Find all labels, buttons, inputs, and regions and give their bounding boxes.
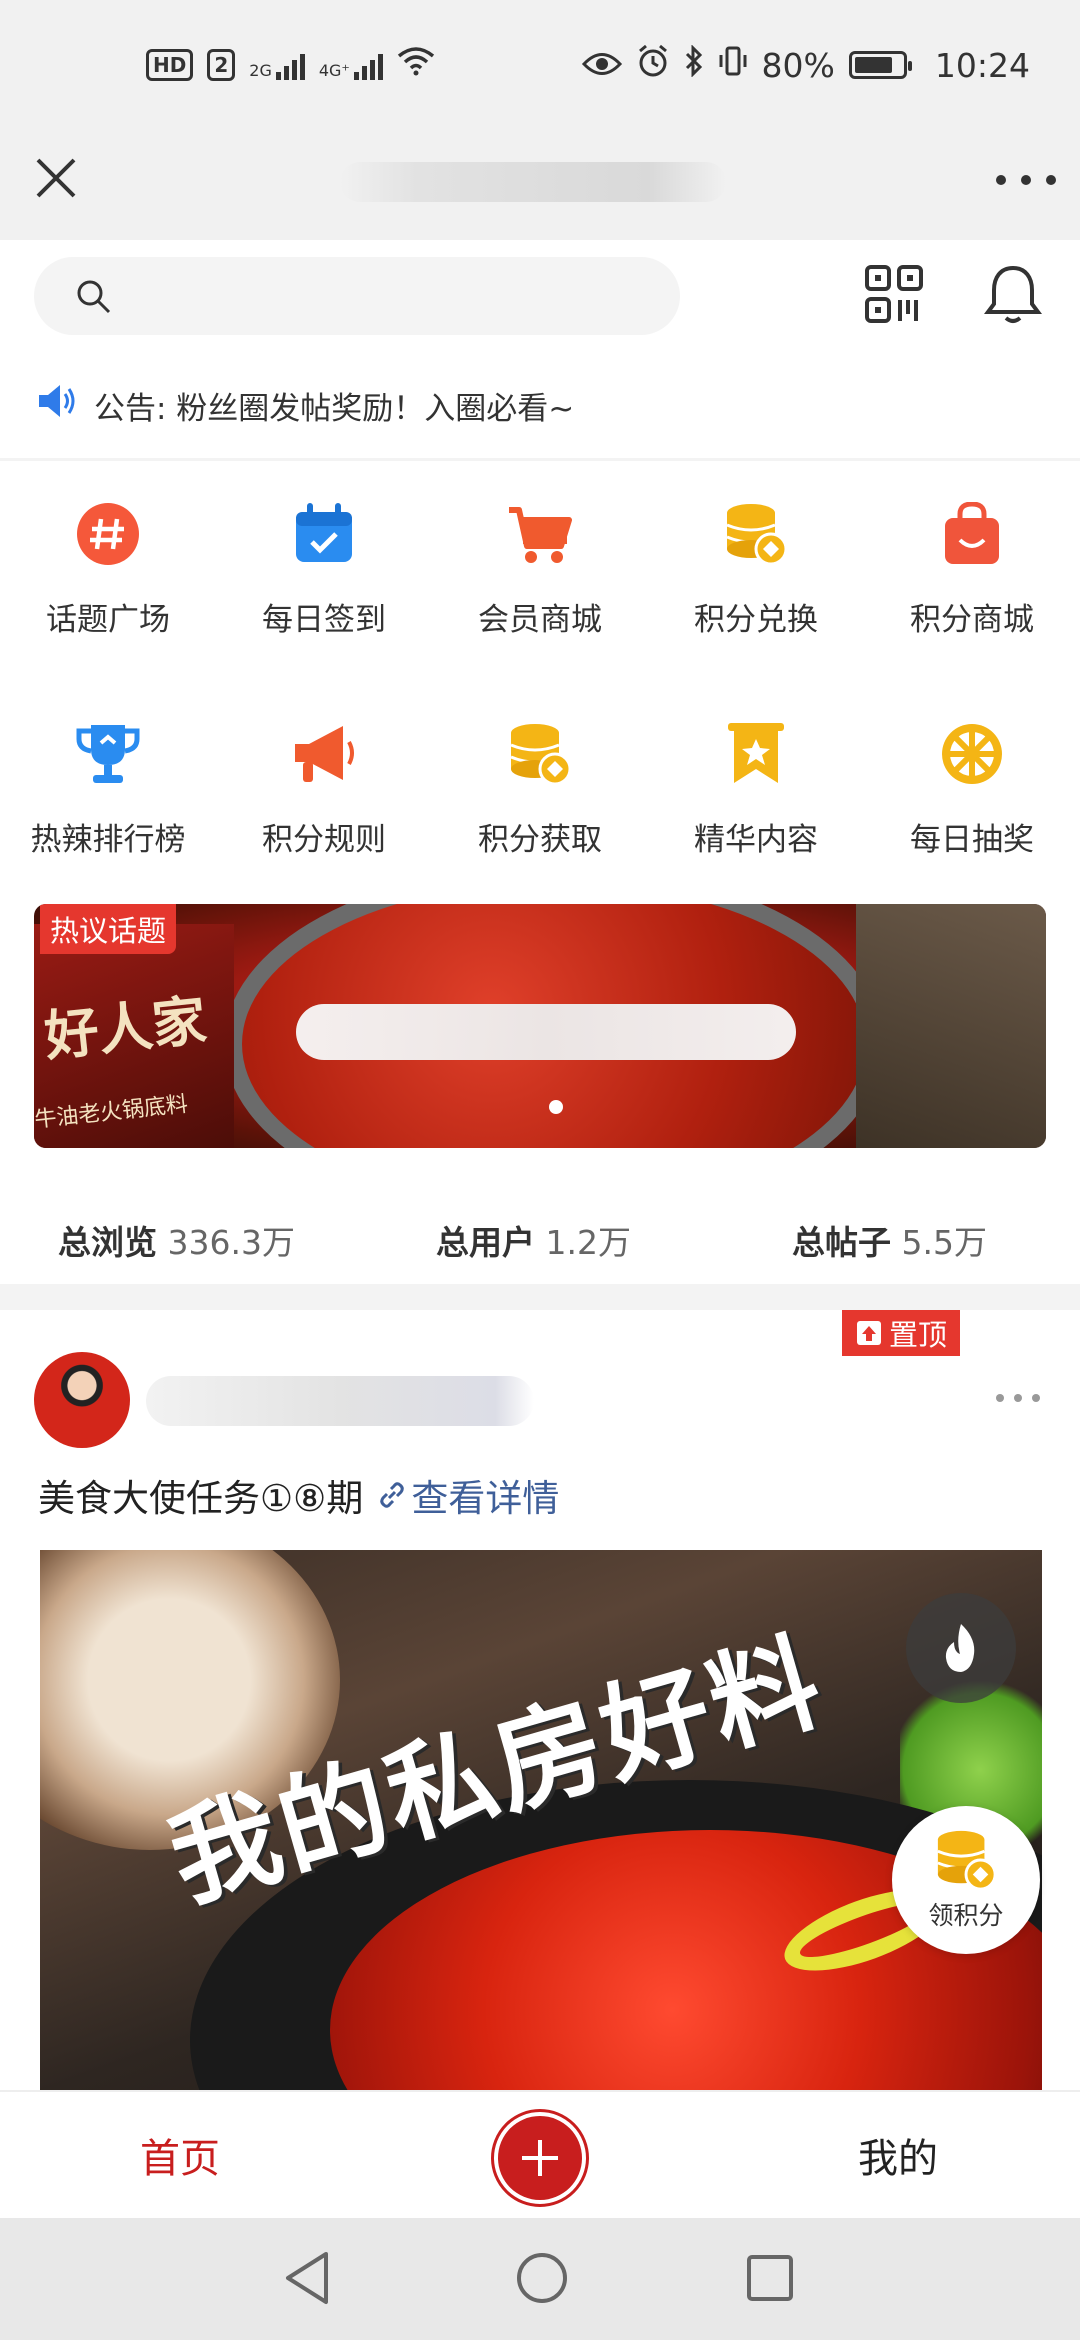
close-icon <box>36 158 76 198</box>
trophy-icon <box>72 718 144 790</box>
pinned-post[interactable]: 置顶 美食大使任务①⑧期 查看详情 我的私房好料 <box>0 1310 1080 2090</box>
recents-square-icon <box>747 2255 793 2301</box>
coins-icon <box>937 1830 997 1891</box>
home-circle-icon <box>517 2253 567 2303</box>
nav-mine[interactable]: 我的 <box>858 2126 938 2184</box>
create-post-button[interactable] <box>491 2109 589 2207</box>
menu-item-earn-points[interactable]: 积分获取 <box>432 682 648 902</box>
carousel-indicator <box>549 1100 563 1114</box>
stat-posts: 总帖子 5.5万 <box>792 1223 987 1262</box>
search-row <box>0 240 1080 350</box>
hashtag-icon <box>72 498 144 570</box>
coins-icon <box>504 718 576 790</box>
status-left: HD 2 2G 4G⁺ <box>146 46 435 83</box>
community-stats: 总浏览 336.3万 总用户 1.2万 总帖子 5.5万 <box>0 1178 1080 1288</box>
system-back-button[interactable] <box>282 2250 332 2310</box>
shopping-bag-icon <box>936 498 1008 570</box>
bottom-nav: 首页 我的 <box>0 2090 1080 2218</box>
post-more-button[interactable] <box>996 1394 1040 1402</box>
qr-code-icon <box>865 265 923 323</box>
close-button[interactable] <box>28 150 84 206</box>
more-options-button[interactable] <box>996 160 1056 200</box>
menu-item-topic-square[interactable]: 话题广场 <box>0 462 216 682</box>
back-triangle-icon <box>286 2252 328 2304</box>
search-input[interactable] <box>34 257 680 335</box>
calendar-check-icon <box>288 498 360 570</box>
star-bookmark-icon <box>720 718 792 790</box>
hot-topic-banner[interactable]: 好人家 牛油老火锅底料 热议话题 <box>34 904 1046 1148</box>
menu-item-points-mall[interactable]: 积分商城 <box>864 462 1080 682</box>
hot-fire-button[interactable] <box>906 1593 1016 1703</box>
claim-points-button[interactable]: 领积分 <box>892 1806 1040 1954</box>
bluetooth-icon <box>684 44 704 85</box>
fire-icon <box>945 1624 975 1672</box>
alarm-icon <box>636 44 670 86</box>
hd-badge: HD <box>146 48 194 81</box>
system-home-button[interactable] <box>514 2250 570 2310</box>
stat-users: 总用户 1.2万 <box>436 1223 631 1262</box>
pin-top-icon <box>856 1321 881 1345</box>
battery-percent: 80% <box>761 45 835 85</box>
signal-4g: 4G⁺ <box>319 50 383 80</box>
plus-icon <box>522 2140 558 2176</box>
search-icon <box>74 277 114 321</box>
nav-home[interactable]: 首页 <box>140 2126 220 2184</box>
blurred-username <box>146 1376 534 1426</box>
system-nav-bar <box>0 2218 1080 2340</box>
avatar[interactable] <box>34 1352 130 1448</box>
clock: 10:24 <box>934 45 1030 85</box>
vibrate-icon <box>718 45 748 85</box>
feature-grid: 话题广场 每日签到 会员商城 积分兑换 积分商城 热辣排行榜 积分规则 积分获取… <box>0 462 1080 902</box>
announcement-text: 公告: 粉丝圈发帖奖励！入圈必看~ <box>94 390 575 427</box>
status-bar: HD 2 2G 4G⁺ 80% 10:24 <box>0 0 1080 130</box>
post-image[interactable]: 我的私房好料 <box>40 1550 1042 2090</box>
battery-icon <box>848 51 912 79</box>
sim-badge: 2 <box>207 48 236 81</box>
menu-item-daily-checkin[interactable]: 每日签到 <box>216 462 432 682</box>
announcement-bar[interactable]: 公告: 粉丝圈发帖奖励！入圈必看~ <box>0 370 1080 440</box>
menu-item-daily-lottery[interactable]: 每日抽奖 <box>864 682 1080 902</box>
qr-scan-button[interactable] <box>864 264 924 328</box>
post-title[interactable]: 美食大使任务①⑧期 查看详情 <box>38 1468 559 1522</box>
notification-button[interactable] <box>982 262 1044 330</box>
menu-item-hot-ranking[interactable]: 热辣排行榜 <box>0 682 216 902</box>
signal-2g: 2G <box>249 50 305 80</box>
eye-icon <box>581 46 622 85</box>
menu-item-points-rules[interactable]: 积分规则 <box>216 682 432 902</box>
view-details-link[interactable]: 查看详情 <box>377 1468 559 1522</box>
section-gap <box>0 1284 1080 1310</box>
product-pack-image: 好人家 牛油老火锅底料 <box>34 924 234 1148</box>
bell-icon <box>984 265 1042 323</box>
hot-topic-tag: 热议话题 <box>40 904 177 954</box>
banner-side-image <box>856 904 1046 1148</box>
megaphone-icon <box>288 718 360 790</box>
blurred-banner-title <box>296 1004 796 1060</box>
stat-views: 总浏览 336.3万 <box>58 1223 295 1262</box>
wifi-icon <box>397 46 435 83</box>
menu-item-member-mall[interactable]: 会员商城 <box>432 462 648 682</box>
blurred-title <box>340 162 726 202</box>
title-bar <box>0 130 1080 240</box>
system-recents-button[interactable] <box>746 2254 794 2306</box>
speaker-icon <box>36 382 78 428</box>
divider <box>0 458 1080 461</box>
prize-wheel-icon <box>936 718 1008 790</box>
status-right: 80% 10:24 <box>581 44 1030 86</box>
menu-item-featured-content[interactable]: 精华内容 <box>648 682 864 902</box>
coins-icon <box>720 498 792 570</box>
menu-item-points-exchange[interactable]: 积分兑换 <box>648 462 864 682</box>
pinned-badge: 置顶 <box>842 1310 960 1356</box>
cart-icon <box>504 498 576 570</box>
link-icon <box>380 1482 405 1508</box>
